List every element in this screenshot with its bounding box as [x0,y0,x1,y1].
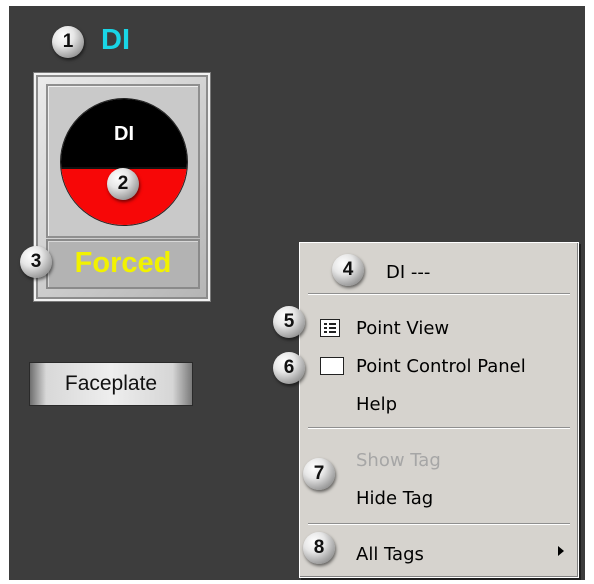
menu-item-point-control-panel[interactable]: Point Control Panel [356,355,526,379]
callout-5: 5 [273,306,305,338]
menu-item-help[interactable]: Help [356,393,397,417]
menu-item-all-tags[interactable]: All Tags [356,543,424,567]
menu-header: DI --- [386,262,431,283]
menu-separator [308,523,570,525]
block-title: DI [101,24,130,56]
callout-7: 7 [303,458,335,490]
callout-2: 2 [107,168,139,200]
display-canvas: 1 DI DI Forced 2 3 Faceplate DI --- Poin… [9,6,585,580]
menu-item-hide-tag[interactable]: Hide Tag [356,487,433,511]
callout-1: 1 [52,26,84,58]
status-text: Forced [74,247,172,279]
callout-6: 6 [273,352,305,384]
faceplate-button[interactable]: Faceplate [29,362,193,406]
menu-separator [308,427,570,429]
callout-4: 4 [332,254,364,286]
submenu-arrow-icon [558,546,564,556]
point-control-panel-icon [320,357,344,375]
callout-8: 8 [303,532,335,564]
callout-3: 3 [20,246,52,278]
context-menu: DI --- Point View Point Control Panel He… [299,242,579,578]
status-box: Forced [46,239,200,289]
menu-item-show-tag: Show Tag [356,450,441,471]
menu-item-point-view[interactable]: Point View [356,317,449,341]
point-view-icon [320,319,340,337]
menu-separator [308,293,570,295]
status-indicator[interactable]: DI [60,98,188,226]
indicator-frame[interactable]: DI [46,84,200,238]
indicator-label: DI [114,123,134,145]
